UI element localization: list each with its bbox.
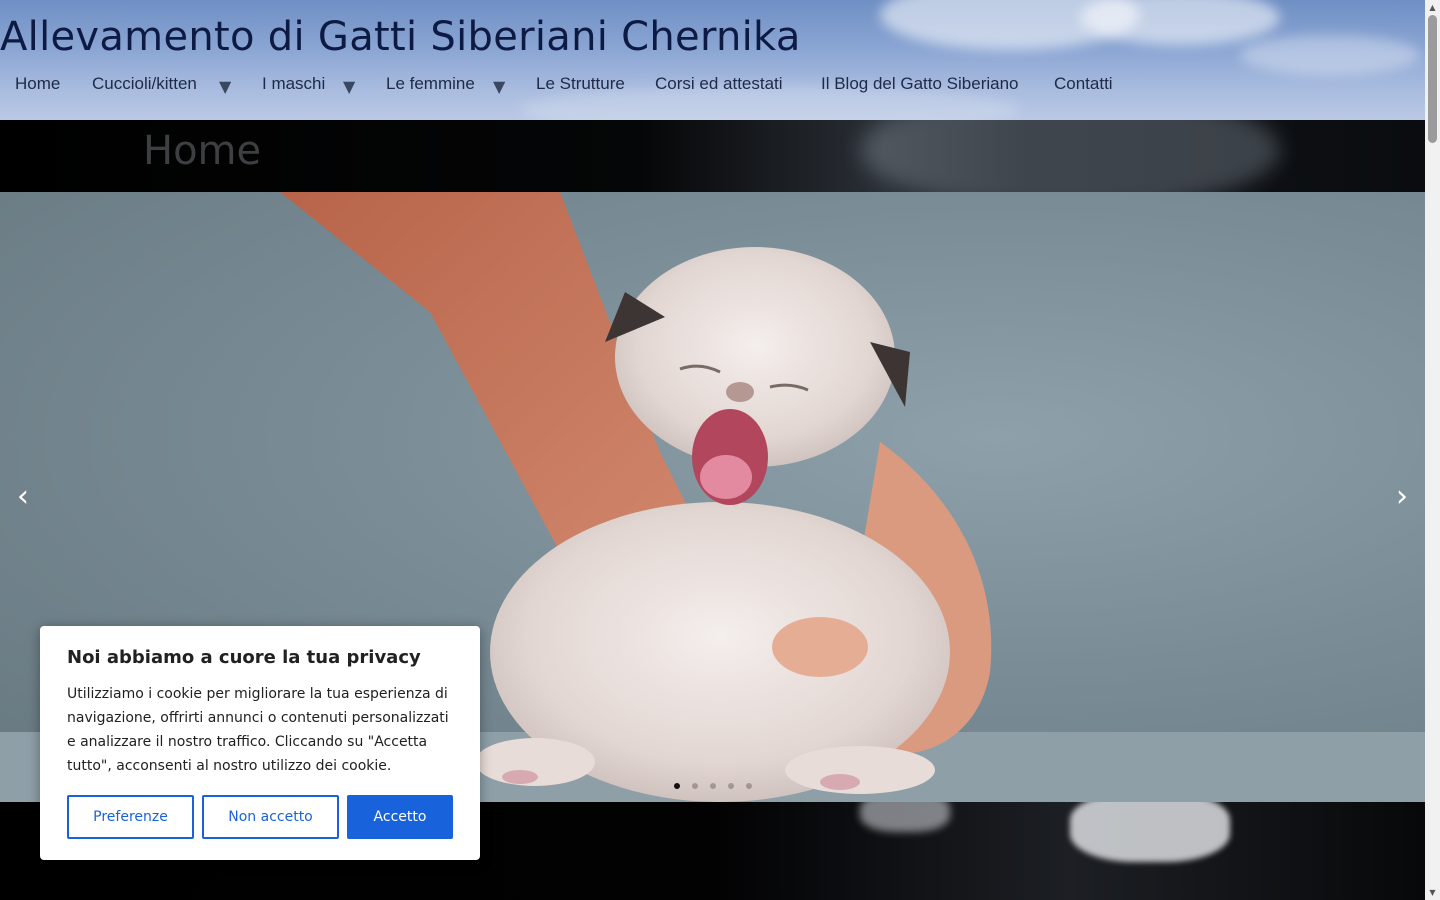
nav-item-corsi[interactable]: Corsi ed attestati [655, 70, 783, 98]
background-fur [860, 120, 1280, 192]
scroll-down-icon[interactable]: ▼ [1425, 885, 1440, 900]
cookie-preferences-button[interactable]: Preferenze [67, 795, 194, 839]
cookie-accept-button[interactable]: Accetto [347, 795, 453, 839]
nav-item-home[interactable]: Home [15, 70, 60, 98]
sky-cloud [1080, 0, 1280, 45]
nav-item-contatti[interactable]: Contatti [1054, 70, 1113, 98]
scroll-thumb[interactable] [1428, 15, 1437, 143]
sky-cloud [1240, 35, 1420, 75]
cookie-banner-text: Utilizziamo i cookie per migliorare la t… [67, 686, 449, 774]
cookie-banner-title: Noi abbiamo a cuore la tua privacy [67, 647, 421, 668]
slider-next-icon[interactable]: › [1390, 482, 1414, 512]
cookie-reject-button[interactable]: Non accetto [202, 795, 339, 839]
slider-dot-3[interactable] [710, 783, 716, 789]
nav-item-strutture[interactable]: Le Strutture [536, 70, 625, 98]
site-title[interactable]: Allevamento di Gatti Siberiani Chernika [0, 14, 801, 60]
page-title-bar: Home [0, 120, 1425, 192]
nav-item-blog[interactable]: Il Blog del Gatto Siberiano [821, 70, 1019, 98]
background-cat-paw [1070, 802, 1230, 862]
nav-item-femmine[interactable]: Le femmine [386, 70, 475, 98]
site-header: Allevamento di Gatti Siberiani Chernika … [0, 0, 1425, 120]
slider-prev-icon[interactable]: ‹ [11, 482, 35, 512]
slider-dot-4[interactable] [728, 783, 734, 789]
nav-item-maschi[interactable]: I maschi [262, 70, 325, 98]
slider-dot-5[interactable] [746, 783, 752, 789]
chevron-down-icon[interactable]: ▼ [343, 73, 355, 101]
page-scrollbar[interactable]: ▲ ▼ [1425, 0, 1440, 900]
chevron-down-icon[interactable]: ▼ [493, 73, 505, 101]
nav-item-cuccioli[interactable]: Cuccioli/kitten [92, 70, 197, 98]
page-title: Home [143, 128, 262, 174]
chevron-down-icon[interactable]: ▼ [219, 73, 231, 101]
slider-dot-1[interactable] [674, 783, 680, 789]
cookie-consent-banner: Noi abbiamo a cuore la tua privacy Utili… [40, 626, 480, 860]
slider-dot-2[interactable] [692, 783, 698, 789]
background-cat-paw [860, 802, 950, 832]
scroll-up-icon[interactable]: ▲ [1425, 0, 1440, 15]
